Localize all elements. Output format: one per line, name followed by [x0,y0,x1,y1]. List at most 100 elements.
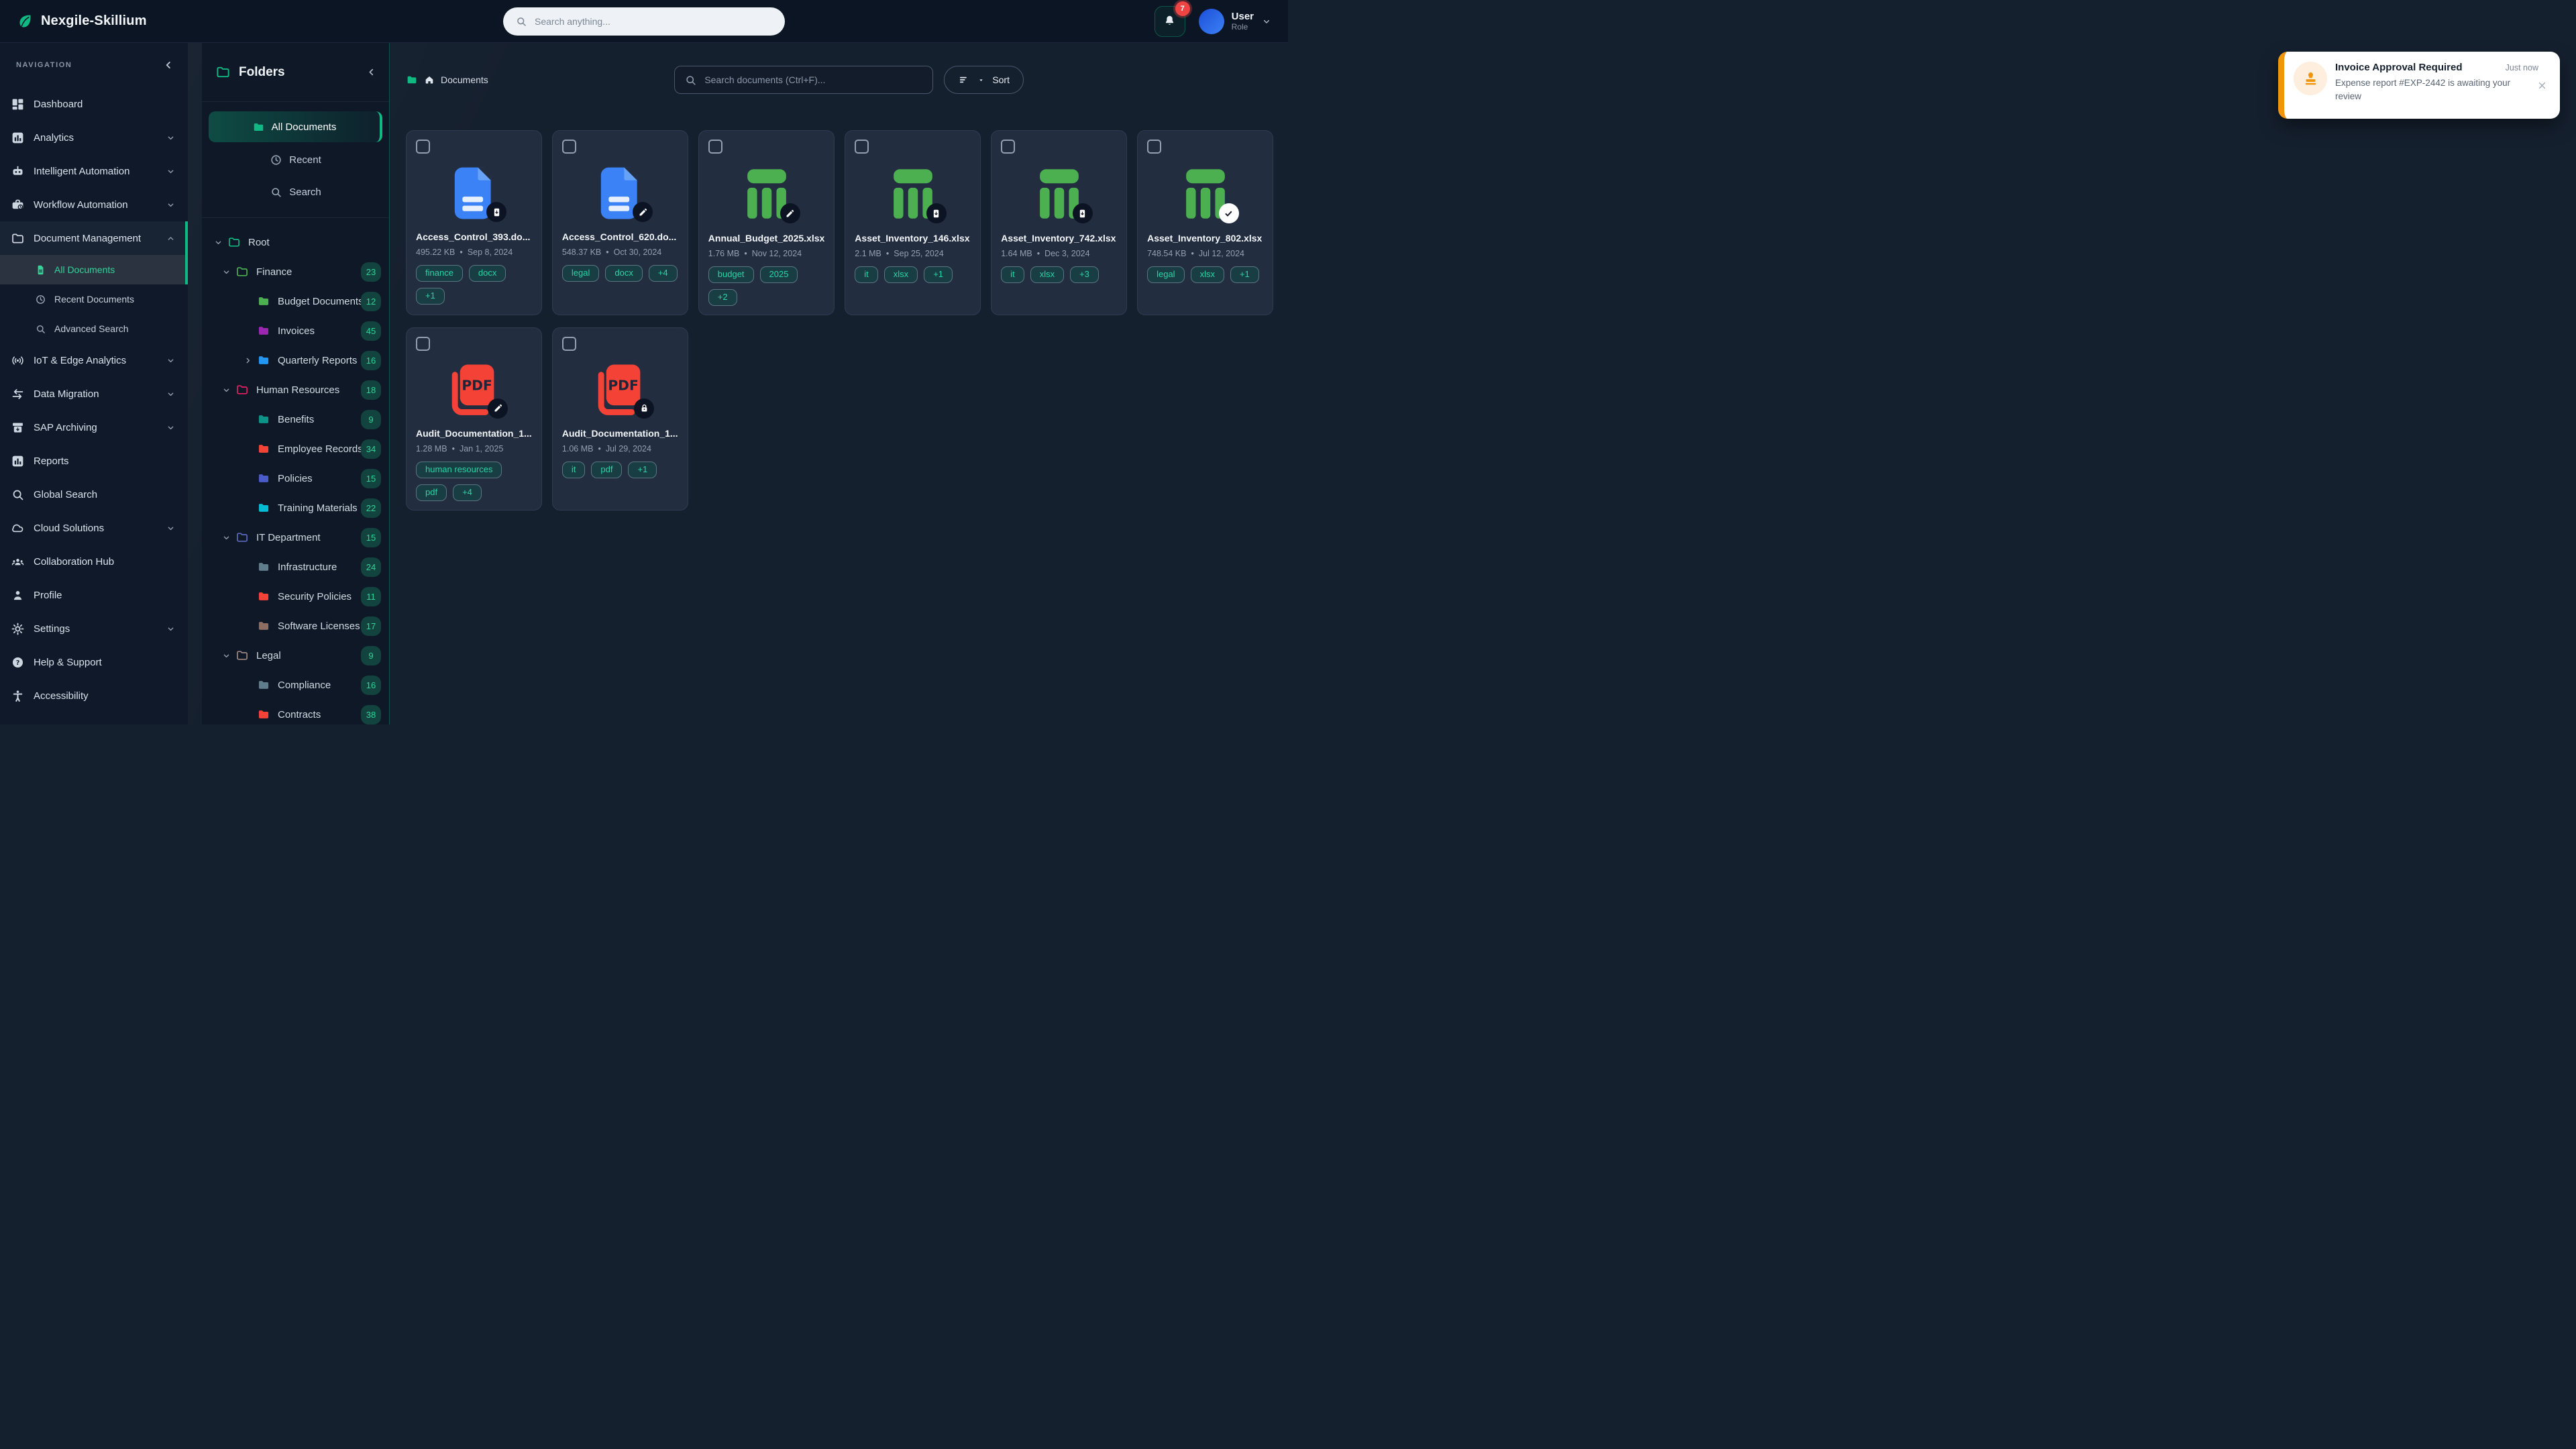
chevron-up-icon [166,233,176,244]
document-card[interactable]: PDF Audit_Documentation_1... 1.06 MB•Jul… [552,327,688,511]
tree-folder-policies[interactable]: Policies 15 [202,464,389,493]
document-tag: +4 [649,265,678,282]
tree-folder-human-resources[interactable]: Human Resources 18 [202,375,389,405]
tree-folder-training-materials[interactable]: Training Materials 22 [202,493,389,523]
breadcrumb[interactable]: Documents [406,74,488,86]
document-card[interactable]: PDF Audit_Documentation_1... 1.28 MB•Jan… [406,327,542,511]
select-checkbox[interactable] [416,337,430,351]
analytics-icon [11,131,25,145]
tree-folder-security-policies[interactable]: Security Policies 11 [202,582,389,611]
tree-folder-label: Quarterly Reports [278,355,361,366]
tree-folder-employee-records[interactable]: Employee Records 34 [202,434,389,464]
document-card[interactable]: Asset_Inventory_146.xlsx 2.1 MB•Sep 25, … [845,130,981,315]
document-tag: budget [708,266,754,283]
user-menu[interactable]: User Role [1199,9,1272,34]
tree-folder-it-department[interactable]: IT Department 15 [202,523,389,552]
tree-folder-budget-documents[interactable]: Budget Documents 12 [202,286,389,316]
folder-icon [227,235,241,249]
sort-lines-icon [958,74,970,86]
sidebar-item-accessibility[interactable]: Accessibility [0,679,188,712]
document-search-input[interactable] [704,74,923,85]
folders-quick-all-documents[interactable]: All Documents [209,111,382,142]
sidebar-item-workflow-automation[interactable]: Workflow Automation [0,188,188,221]
sidebar-item-settings[interactable]: Settings [0,612,188,645]
toast-time: Just now [2506,63,2538,72]
select-checkbox[interactable] [1147,140,1161,154]
folders-collapse-button[interactable] [366,66,377,78]
tree-folder-compliance[interactable]: Compliance 16 [202,670,389,700]
folders-quick-recent[interactable]: Recent [202,146,389,174]
toast-close-button[interactable] [2536,80,2548,91]
tree-folder-invoices[interactable]: Invoices 45 [202,316,389,345]
tree-folder-benefits[interactable]: Benefits 9 [202,405,389,434]
tree-folder-legal[interactable]: Legal 9 [202,641,389,670]
document-card[interactable]: Annual_Budget_2025.xlsx 1.76 MB•Nov 12, … [698,130,835,315]
sidebar-item-label: Reports [34,455,69,467]
sidebar-item-reports[interactable]: Reports [0,444,188,478]
tree-folder-root[interactable]: Root [202,227,389,257]
select-checkbox[interactable] [1001,140,1015,154]
document-card[interactable]: Access_Control_620.do... 548.37 KB•Oct 3… [552,130,688,315]
header-actions: 7 User Role [1155,6,1272,37]
edit-badge-icon [633,202,653,222]
folder-icon [256,560,271,574]
chevron-down-icon [219,651,233,661]
sidebar-item-label: Data Migration [34,388,99,400]
document-tag: finance [416,265,463,282]
sidebar-subitem-all-documents[interactable]: All Documents [0,255,188,284]
sidebar-subitem-label: Advanced Search [54,323,129,334]
sidebar-item-help-support[interactable]: ? Help & Support [0,645,188,679]
document-search [674,66,933,94]
tree-folder-contracts[interactable]: Contracts 38 [202,700,389,724]
notifications-button[interactable]: 7 [1155,6,1185,37]
tree-folder-infrastructure[interactable]: Infrastructure 24 [202,552,389,582]
sidebar-item-dashboard[interactable]: Dashboard [0,87,188,121]
sidebar-item-document-management[interactable]: Document Management [0,221,188,255]
sidebar-item-data-migration[interactable]: Data Migration [0,377,188,411]
brand-title: Nexgile-Skillium [41,13,147,29]
sidebar-item-iot-edge-analytics[interactable]: IoT & Edge Analytics [0,343,188,377]
document-card[interactable]: Asset_Inventory_802.xlsx 748.54 KB•Jul 1… [1137,130,1273,315]
folder-icon [235,531,250,544]
sidebar-item-collaboration-hub[interactable]: Collaboration Hub [0,545,188,578]
broadcast-icon [11,354,25,368]
sidebar-item-cloud-solutions[interactable]: Cloud Solutions [0,511,188,545]
select-checkbox[interactable] [562,140,576,154]
search-icon [11,488,25,502]
tree-folder-quarterly-reports[interactable]: Quarterly Reports 16 [202,345,389,375]
toast-message: Expense report #EXP-2442 is awaiting you… [2335,76,2549,103]
tree-folder-software-licenses[interactable]: Software Licenses 17 [202,611,389,641]
person-icon [11,588,25,602]
sidebar-subitem-advanced-search[interactable]: Advanced Search [0,314,188,343]
select-checkbox[interactable] [708,140,722,154]
sidebar-item-label: SAP Archiving [34,422,97,433]
sidebar-subitem-recent-documents[interactable]: Recent Documents [0,284,188,314]
reports-icon [11,454,25,468]
select-checkbox[interactable] [562,337,576,351]
folders-quick-search[interactable]: Search [202,178,389,207]
transfer-icon [11,387,25,401]
document-card[interactable]: Asset_Inventory_742.xlsx 1.64 MB•Dec 3, … [991,130,1127,315]
folder-count-badge: 9 [361,646,381,665]
sidebar-item-label: Cloud Solutions [34,523,104,534]
document-tag: +4 [453,484,482,501]
folder-count-badge: 45 [361,321,381,341]
global-search-input[interactable] [535,16,773,27]
sidebar-item-profile[interactable]: Profile [0,578,188,612]
document-name: Asset_Inventory_802.xlsx [1147,233,1263,244]
tree-folder-finance[interactable]: Finance 23 [202,257,389,286]
tree-folder-label: IT Department [256,532,361,543]
sidebar-item-intelligent-automation[interactable]: Intelligent Automation [0,154,188,188]
sidebar-collapse-button[interactable] [162,59,174,71]
avatar [1199,9,1224,34]
folder-icon [256,590,271,603]
tree-folder-label: Contracts [278,709,361,720]
document-tag: xlsx [1191,266,1224,283]
sidebar-item-global-search[interactable]: Global Search [0,478,188,511]
sidebar-item-sap-archiving[interactable]: SAP Archiving [0,411,188,444]
select-checkbox[interactable] [855,140,869,154]
sidebar-item-analytics[interactable]: Analytics [0,121,188,154]
sort-button[interactable]: Sort [944,66,1024,94]
document-card[interactable]: Access_Control_393.do... 495.22 KB•Sep 8… [406,130,542,315]
select-checkbox[interactable] [416,140,430,154]
